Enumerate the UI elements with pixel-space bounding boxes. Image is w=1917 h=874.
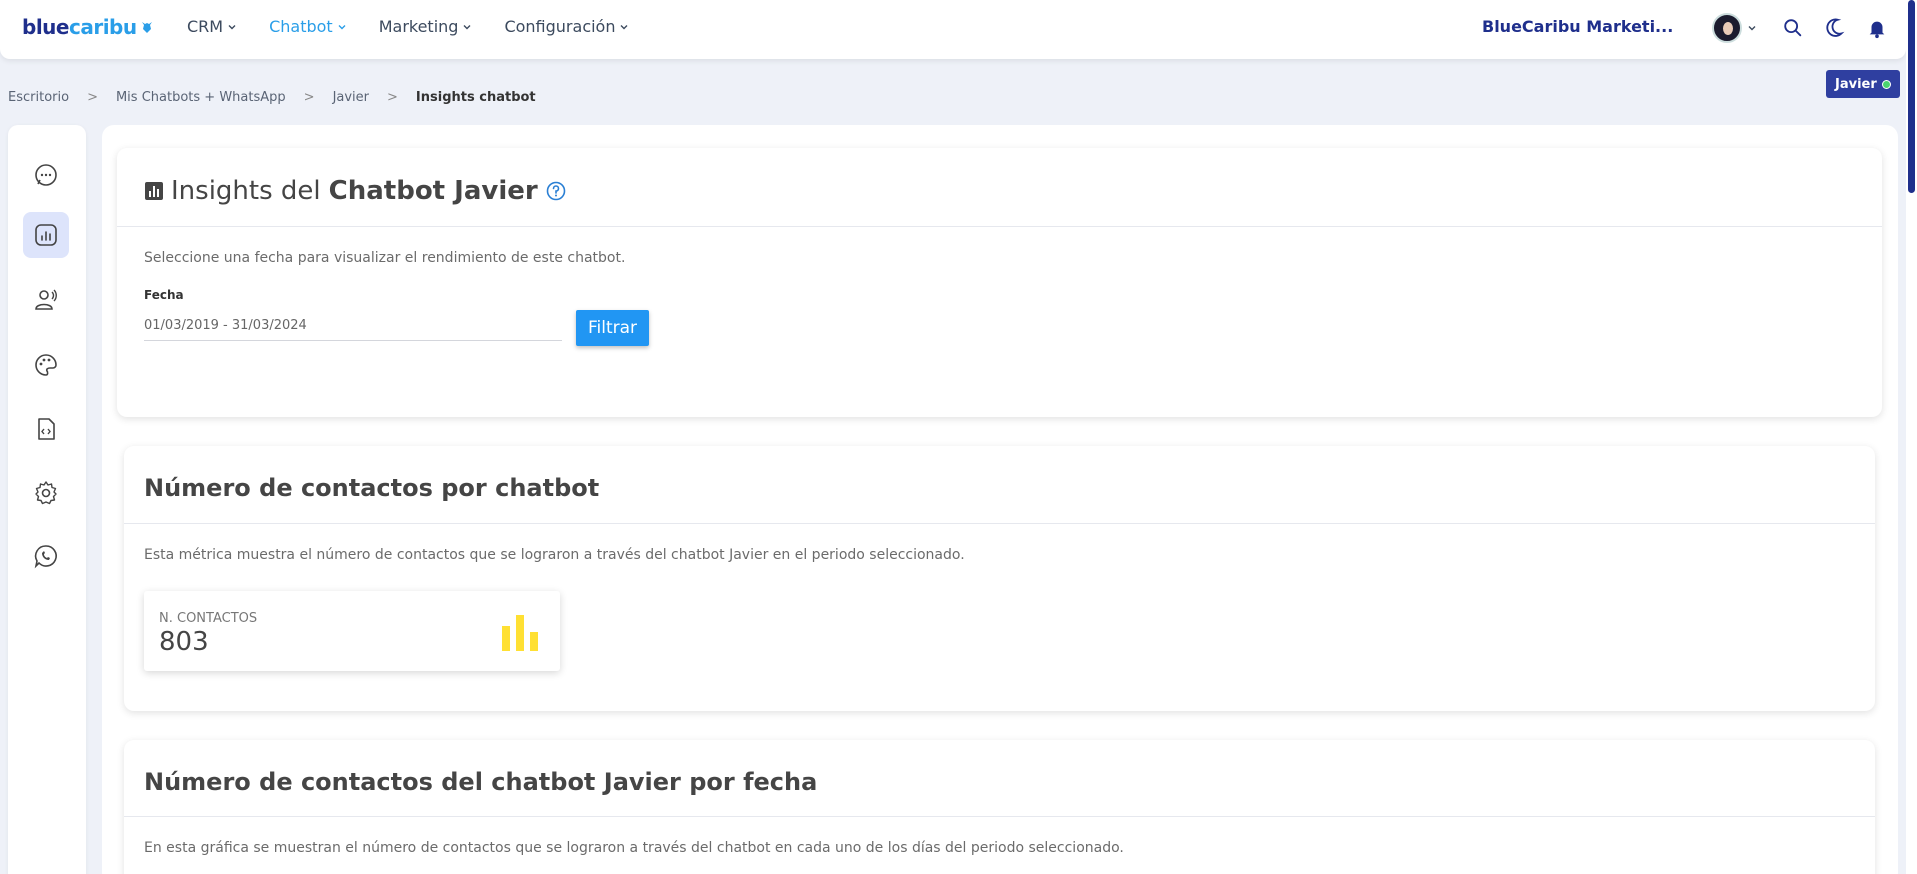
nav-configuracion[interactable]: Configuración — [504, 17, 629, 36]
date-label: Fecha — [144, 288, 184, 302]
contacts-metric-card: N. CONTACTOS 803 — [144, 591, 560, 671]
moon-icon[interactable] — [1824, 17, 1846, 39]
sidebar-item-settings[interactable] — [23, 470, 69, 516]
sidebar-item-code[interactable] — [23, 406, 69, 452]
chevron-down-icon — [620, 24, 628, 29]
chevron-down-icon — [338, 24, 346, 29]
sidebar-item-appearance[interactable] — [23, 342, 69, 388]
breadcrumb-mis-chatbots[interactable]: Mis Chatbots + WhatsApp — [116, 90, 286, 105]
date-range-input[interactable] — [144, 311, 562, 341]
sidebar-item-whatsapp[interactable] — [23, 533, 69, 579]
code-file-icon — [38, 418, 55, 440]
chevron-down-icon — [1748, 26, 1756, 31]
section-title: Número de contactos por chatbot — [144, 474, 600, 502]
page-scrollbar[interactable] — [1906, 0, 1917, 874]
contacts-by-date-card: Número de contactos del chatbot Javier p… — [124, 740, 1875, 874]
gear-icon — [35, 481, 57, 505]
company-name[interactable]: BlueCaribu Marketi... — [1482, 17, 1673, 36]
chevron-down-icon — [228, 24, 236, 29]
avatar — [1712, 13, 1742, 43]
scrollbar-thumb[interactable] — [1908, 0, 1915, 193]
card-header: Número de contactos por chatbot — [124, 446, 1875, 524]
metric-label: N. CONTACTOS — [159, 611, 258, 626]
top-navbar: bluecaribu CRM Chatbot Marketing Configu… — [0, 0, 1906, 59]
sidebar-item-audience[interactable] — [23, 277, 69, 323]
nav-chatbot[interactable]: Chatbot — [269, 17, 347, 36]
whatsapp-icon — [34, 545, 57, 569]
search-icon[interactable] — [1782, 17, 1804, 39]
caribou-logo-icon — [140, 15, 154, 39]
breadcrumb-javier[interactable]: Javier — [333, 90, 369, 105]
palette-icon — [35, 354, 57, 376]
section-description: En esta gráfica se muestran el número de… — [144, 840, 1124, 856]
voice-user-icon — [35, 289, 57, 310]
bell-icon[interactable] — [1866, 17, 1888, 39]
chevron-down-icon — [463, 24, 471, 29]
breadcrumb-current: Insights chatbot — [415, 90, 536, 105]
main-nav: CRM Chatbot Marketing Configuración — [187, 17, 629, 36]
logo[interactable]: bluecaribu — [22, 15, 154, 39]
user-menu[interactable] — [1712, 13, 1757, 43]
filter-button[interactable]: Filtrar — [576, 310, 650, 346]
header-actions — [1782, 17, 1888, 39]
sidebar — [8, 125, 86, 874]
sidebar-item-conversations[interactable] — [23, 152, 69, 198]
contacts-per-chatbot-card: Número de contactos por chatbot Esta mét… — [124, 446, 1875, 711]
nav-marketing[interactable]: Marketing — [379, 17, 473, 36]
online-status-dot — [1881, 79, 1891, 89]
sidebar-item-insights[interactable] — [23, 212, 69, 258]
card-header: Insights del Chatbot Javier — [117, 148, 1882, 227]
breadcrumb-escritorio[interactable]: Escritorio — [8, 90, 69, 105]
chat-icon — [35, 164, 57, 186]
section-title: Número de contactos del chatbot Javier p… — [144, 768, 818, 796]
help-icon[interactable] — [546, 181, 566, 201]
bar-chart-icon — [145, 182, 163, 200]
section-description: Esta métrica muestra el número de contac… — [144, 547, 965, 563]
analytics-icon — [35, 224, 57, 246]
card-header: Número de contactos del chatbot Javier p… — [124, 740, 1875, 817]
nav-crm[interactable]: CRM — [187, 17, 237, 36]
page-title: Insights del Chatbot Javier — [145, 176, 566, 206]
breadcrumb: Escritorio > Mis Chatbots + WhatsApp > J… — [8, 90, 536, 105]
filter-description: Seleccione una fecha para visualizar el … — [144, 250, 626, 266]
chatbot-status-badge[interactable]: Javier — [1826, 70, 1900, 98]
insights-filter-card: Insights del Chatbot Javier Seleccione u… — [117, 148, 1882, 417]
metric-value: 803 — [159, 627, 209, 657]
bar-chart-icon — [502, 615, 538, 651]
